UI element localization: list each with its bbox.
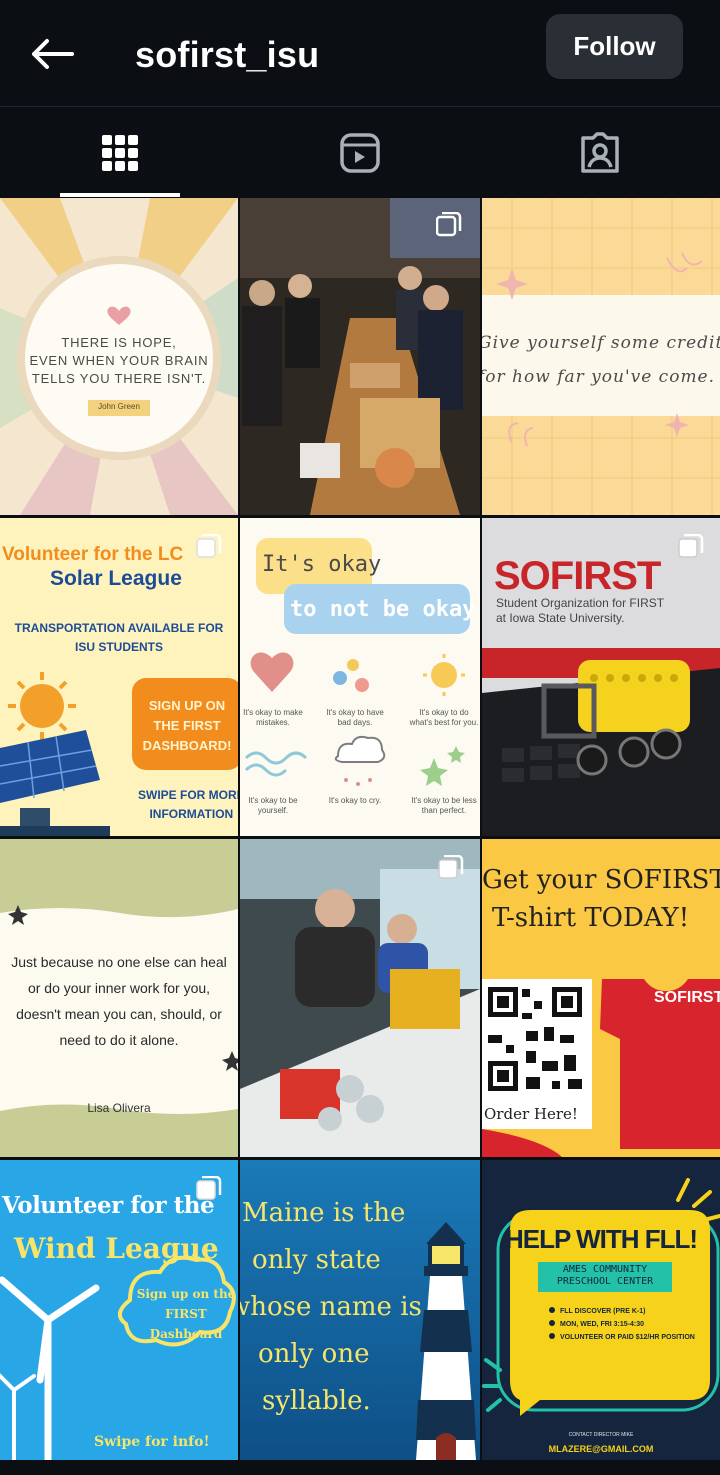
- tab-tagged[interactable]: [480, 107, 720, 198]
- post-10-title2: Wind League: [14, 1232, 219, 1265]
- post-4-swipe-line: INFORMATION: [149, 807, 234, 821]
- post-10-swipe: Swipe for info!: [94, 1434, 210, 1450]
- post-5-item: It's okay to cry.: [328, 796, 382, 805]
- post-10-cloud-line: Sign up on the: [136, 1287, 236, 1301]
- post-5-line1: It's okay: [262, 552, 382, 577]
- post-4-transport-line: ISU STUDENTS: [74, 640, 163, 654]
- post-5-item: It's okay to be less than perfect.: [411, 796, 477, 815]
- follow-button[interactable]: Follow: [546, 14, 683, 79]
- post-12-org-line: AMES COMMUNITY: [562, 1264, 648, 1275]
- post-4-signup-line: SIGN UP ON: [148, 698, 226, 713]
- post-12-bullet: FLL DISCOVER (PRE K-1): [560, 1308, 646, 1315]
- post-11[interactable]: Maine is the only state whose name is on…: [240, 1160, 480, 1460]
- grid-icon: [102, 134, 138, 171]
- post-6-sub-line: at Iowa State University.: [496, 611, 625, 625]
- post-1-quote-line: THERE IS HOPE,: [61, 335, 177, 350]
- multiple-posts-icon: [196, 534, 222, 558]
- post-3-line: for how far you've come.: [482, 367, 716, 387]
- profile-username: sofirst_isu: [135, 34, 320, 75]
- post-4-signup-line: THE FIRST: [153, 718, 221, 733]
- post-1-quote-line: TELLS YOU THERE ISN'T.: [31, 371, 207, 386]
- post-11-line: whose name is: [240, 1292, 422, 1322]
- post-9[interactable]: Get your SOFIRST T-shirt TODAY! SOFIRST …: [482, 839, 720, 1157]
- multiple-posts-icon: [438, 855, 464, 879]
- post-11-line: syllable.: [262, 1386, 371, 1416]
- robotics-team-photo: [240, 839, 480, 1157]
- post-7-author: Lisa Olivera: [87, 1101, 151, 1115]
- post-7-line: or do your inner work for you,: [27, 980, 211, 996]
- arrow-left-icon: [32, 39, 74, 69]
- post-9-shirt-text: SOFIRST: [654, 989, 720, 1006]
- post-6-sub-line: Student Organization for FIRST: [496, 596, 665, 610]
- back-button[interactable]: [28, 30, 76, 78]
- tab-posts[interactable]: [0, 107, 240, 198]
- post-4-title1b: LC: [157, 544, 184, 565]
- posts-grid: THERE IS HOPE, EVEN WHEN YOUR BRAIN TELL…: [0, 198, 720, 1460]
- tab-reels[interactable]: [240, 107, 480, 198]
- post-10-title1: Volunteer for the: [2, 1192, 215, 1219]
- post-1-quote-line: EVEN WHEN YOUR BRAIN: [29, 353, 209, 368]
- post-1-author: John Green: [98, 402, 140, 411]
- post-1[interactable]: THERE IS HOPE, EVEN WHEN YOUR BRAIN TELL…: [0, 198, 238, 515]
- post-4-title1: Volunteer for the: [2, 544, 158, 565]
- reels-icon: [340, 132, 380, 173]
- profile-header: sofirst_isu Follow: [0, 0, 720, 107]
- post-10-cloud-line: FIRST: [165, 1307, 207, 1321]
- post-9-line: Get your SOFIRST: [482, 865, 720, 895]
- post-10-cloud-line: Dashboard: [149, 1327, 223, 1341]
- bottom-edge: [0, 1460, 720, 1475]
- post-5-item: It's okay to have bad days.: [326, 708, 384, 727]
- post-3-line: Give yourself some credit: [482, 333, 720, 353]
- post-3[interactable]: Give yourself some credit for how far yo…: [482, 198, 720, 515]
- post-4-title2: Solar League: [50, 567, 182, 590]
- post-5-item: It's okay to do what's best for you.: [409, 708, 479, 727]
- post-4-signup-line: DASHBOARD!: [142, 738, 232, 753]
- active-tab-indicator: [60, 193, 180, 197]
- post-5-item: It's okay to make mistakes.: [243, 708, 303, 727]
- post-12-bullet: MON, WED, FRI 3:15-4:30: [560, 1321, 645, 1328]
- tagged-icon: [581, 131, 619, 173]
- post-12-email: MLAZERE@GMAIL.COM: [548, 1444, 654, 1454]
- group-photo-pizza: [240, 198, 480, 515]
- post-2[interactable]: [240, 198, 480, 515]
- post-4[interactable]: Volunteer for the LC Solar League TRANSP…: [0, 518, 238, 836]
- post-11-line: only state: [252, 1245, 381, 1275]
- post-7-line: need to do it alone.: [59, 1032, 179, 1048]
- post-7-line: Just because no one else can heal: [11, 954, 227, 970]
- multiple-posts-icon: [436, 212, 462, 237]
- post-12-contact: CONTACT DIRECTOR MIKE: [568, 1432, 634, 1438]
- post-12-org-line: PRESCHOOL CENTER: [556, 1276, 654, 1287]
- post-6-brand: SOFIRST: [494, 554, 661, 598]
- post-11-line: only one: [258, 1339, 370, 1369]
- post-9-order: Order Here!: [484, 1105, 578, 1123]
- post-12[interactable]: HELP WITH FLL! AMES COMMUNITY PRESCHOOL …: [482, 1160, 720, 1460]
- post-4-swipe-line: SWIPE FOR MORE: [138, 788, 238, 802]
- post-11-line: Maine is the: [242, 1198, 406, 1228]
- post-8[interactable]: [240, 839, 480, 1157]
- multiple-posts-icon: [196, 1176, 222, 1200]
- post-7[interactable]: Just because no one else can heal or do …: [0, 839, 238, 1157]
- multiple-posts-icon: [678, 534, 704, 558]
- post-5-line2: to not be okay.: [290, 597, 480, 622]
- post-12-bullet: VOLUNTEER OR PAID $12/HR POSITION: [560, 1334, 695, 1341]
- post-4-transport-line: TRANSPORTATION AVAILABLE FOR: [14, 621, 224, 635]
- post-9-line: T-shirt TODAY!: [492, 903, 690, 933]
- post-10[interactable]: Volunteer for the Wind League Sign up on…: [0, 1160, 238, 1460]
- post-12-title: HELP WITH FLL!: [504, 1224, 698, 1254]
- post-6[interactable]: SOFIRST Student Organization for FIRST a…: [482, 518, 720, 836]
- post-7-line: doesn't mean you can, should, or: [16, 1006, 222, 1022]
- post-5[interactable]: It's okay to not be okay. It's okay to m…: [240, 518, 480, 836]
- post-5-item: It's okay to be yourself.: [248, 796, 298, 815]
- profile-tabs: [0, 107, 720, 198]
